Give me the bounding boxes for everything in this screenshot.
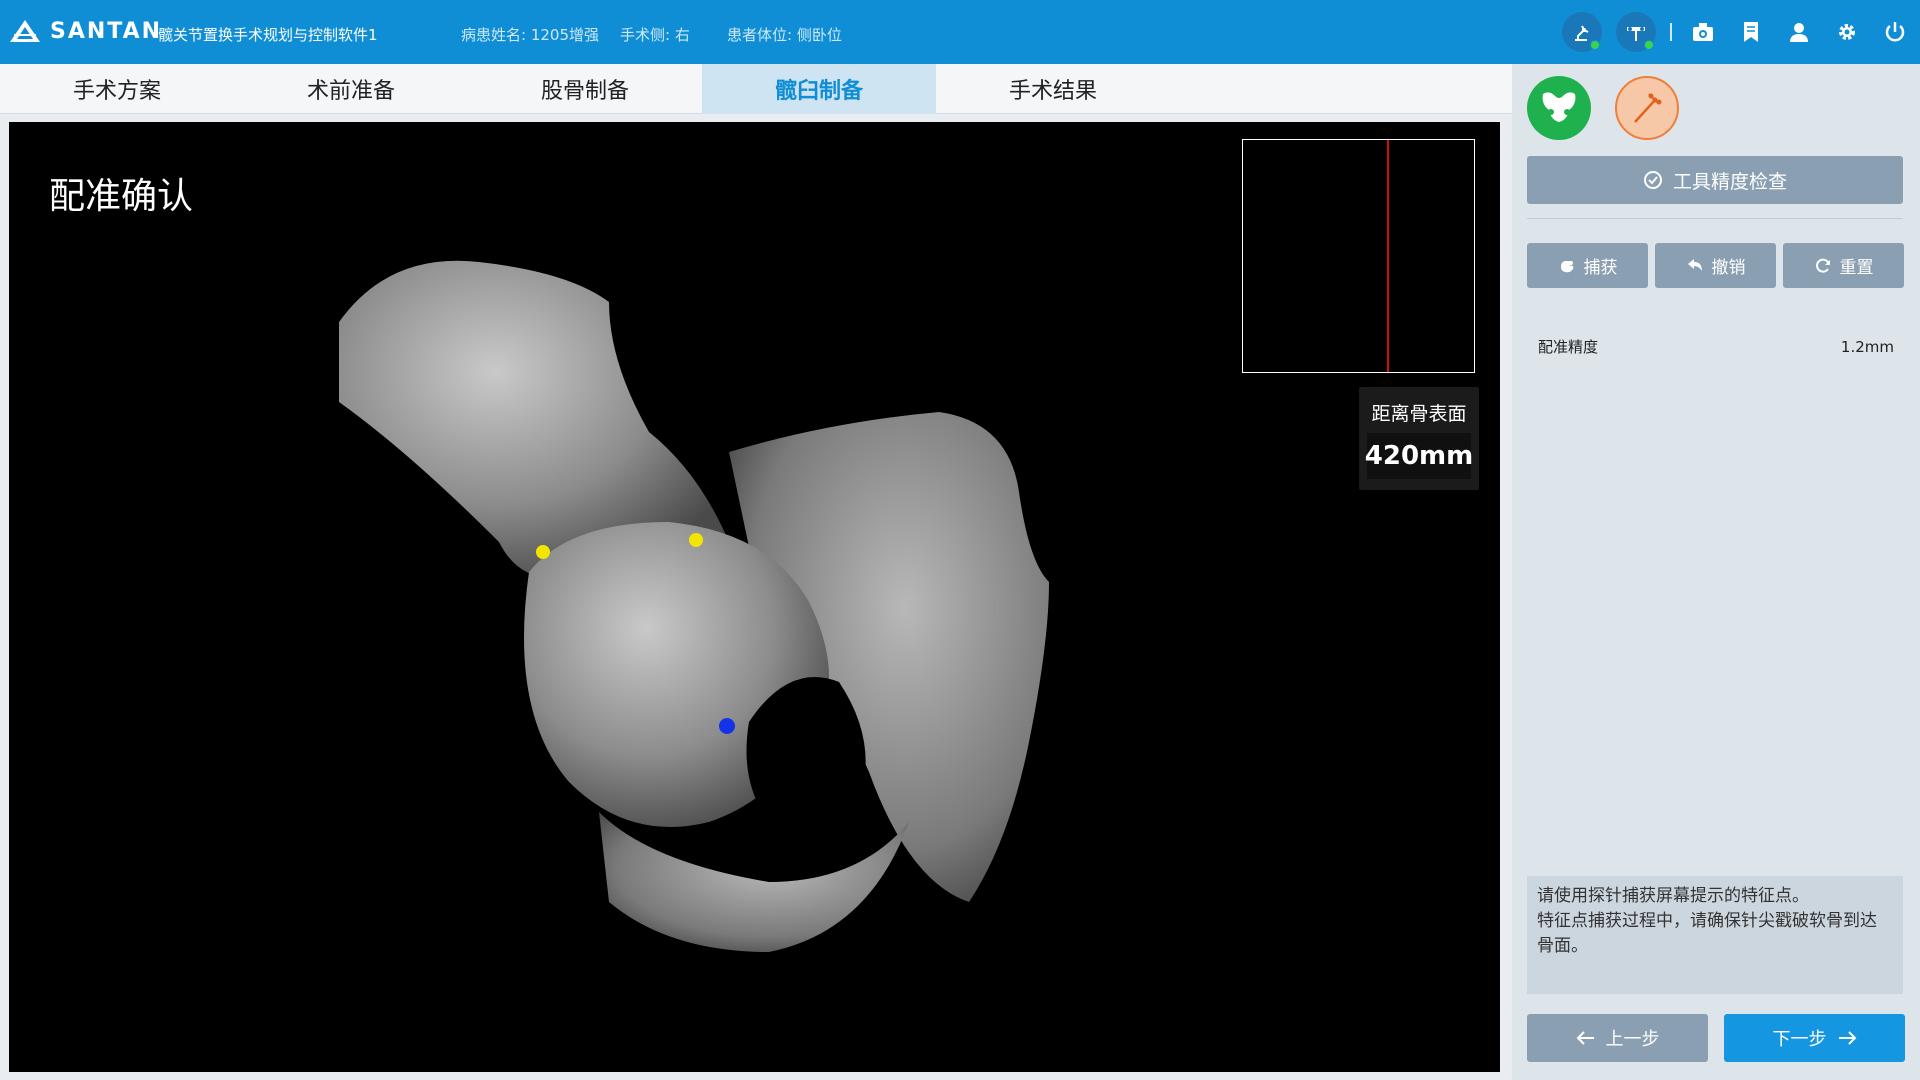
refresh-icon <box>1815 258 1830 273</box>
workflow-tabs: 手术方案 术前准备 股骨制备 髋臼制备 手术结果 <box>0 64 1512 114</box>
top-bar: SANTAN 髋关节置换手术规划与控制软件1 病患姓名: 1205增强 手术侧:… <box>0 0 1920 64</box>
landmark-point-1 <box>536 545 550 559</box>
distance-label: 距离骨表面 <box>1371 403 1467 425</box>
undo-button[interactable]: 撤销 <box>1655 243 1776 288</box>
tool-accuracy-check-label: 工具精度检查 <box>1672 170 1787 193</box>
distance-readout: 距离骨表面 420mm <box>1359 387 1479 490</box>
right-panel: 工具精度检查 捕获 撤销 重置 配准精度 1.2mm 请使用探针捕获屏幕提示的特… <box>1512 64 1920 1080</box>
landmark-point-3 <box>719 718 735 734</box>
logo-text: SANTAN <box>50 18 163 44</box>
pelvis-icon <box>1542 92 1576 122</box>
next-step-button[interactable]: 下一步 <box>1724 1014 1905 1062</box>
instruction-box: 请使用探针捕获屏幕提示的特征点。 特征点捕获过程中，请确保针尖戳破软骨到达骨面。 <box>1527 876 1903 994</box>
landmark-point-2 <box>689 533 703 547</box>
robot-status-dot <box>1590 40 1600 50</box>
arrow-right-icon <box>1838 1031 1856 1045</box>
probe-icon <box>1634 93 1662 123</box>
arrow-left-icon <box>1576 1031 1594 1045</box>
tab-preop-prep[interactable]: 术前准备 <box>234 64 468 114</box>
tab-femur-prep[interactable]: 股骨制备 <box>468 64 702 114</box>
pelvis-mode-button[interactable] <box>1527 76 1591 140</box>
tab-surgery-result[interactable]: 手术结果 <box>936 64 1170 114</box>
tool-accuracy-check-button[interactable]: 工具精度检查 <box>1527 156 1903 204</box>
instruction-line-1: 请使用探针捕获屏幕提示的特征点。 <box>1537 886 1809 906</box>
probe-mode-button[interactable] <box>1615 76 1679 140</box>
target-check-icon <box>1643 171 1662 189</box>
app-title: 髋关节置换手术规划与控制软件1 <box>158 26 378 44</box>
depth-indicator <box>1242 139 1475 373</box>
registration-accuracy-value: 1.2mm <box>1840 338 1894 356</box>
logo: SANTAN <box>8 18 162 44</box>
top-toolbar <box>1562 12 1912 52</box>
camera-icon[interactable] <box>1686 12 1720 52</box>
tracker-status-dot <box>1644 40 1654 50</box>
tab-acetabulum-prep[interactable]: 髋臼制备 <box>702 64 936 114</box>
reset-button[interactable]: 重置 <box>1783 243 1904 288</box>
power-icon[interactable] <box>1878 12 1912 52</box>
surgery-side: 手术侧: 右 <box>620 26 690 44</box>
previous-step-button[interactable]: 上一步 <box>1527 1014 1708 1062</box>
reset-label: 重置 <box>1839 258 1874 278</box>
previous-step-label: 上一步 <box>1605 1029 1660 1050</box>
toolbar-divider <box>1670 23 1672 41</box>
robot-arm-icon[interactable] <box>1562 12 1602 52</box>
depth-indicator-line <box>1387 140 1389 372</box>
undo-icon <box>1687 258 1702 271</box>
capture-button[interactable]: 捕获 <box>1527 243 1648 288</box>
santan-logo-icon <box>10 20 40 42</box>
gear-icon[interactable] <box>1830 12 1864 52</box>
tab-surgery-plan[interactable]: 手术方案 <box>0 64 234 114</box>
patient-position: 患者体位: 侧卧位 <box>727 26 842 44</box>
panel-divider <box>1527 218 1903 219</box>
next-step-label: 下一步 <box>1772 1029 1827 1050</box>
3d-viewport[interactable]: 配准确认 距离骨表面 420mm <box>9 122 1500 1072</box>
registration-accuracy-label: 配准精度 <box>1538 338 1599 356</box>
patient-name: 病患姓名: 1205增强 <box>461 26 599 44</box>
hand-capture-icon <box>1560 260 1573 272</box>
probe-tracker-icon[interactable] <box>1616 12 1656 52</box>
instruction-line-2: 特征点捕获过程中，请确保针尖戳破软骨到达骨面。 <box>1537 911 1877 956</box>
bookmark-icon[interactable] <box>1734 12 1768 52</box>
undo-label: 撤销 <box>1711 258 1746 278</box>
capture-label: 捕获 <box>1583 258 1618 278</box>
viewport-title: 配准确认 <box>49 176 194 217</box>
user-icon[interactable] <box>1782 12 1816 52</box>
distance-value: 420mm <box>1365 433 1473 479</box>
